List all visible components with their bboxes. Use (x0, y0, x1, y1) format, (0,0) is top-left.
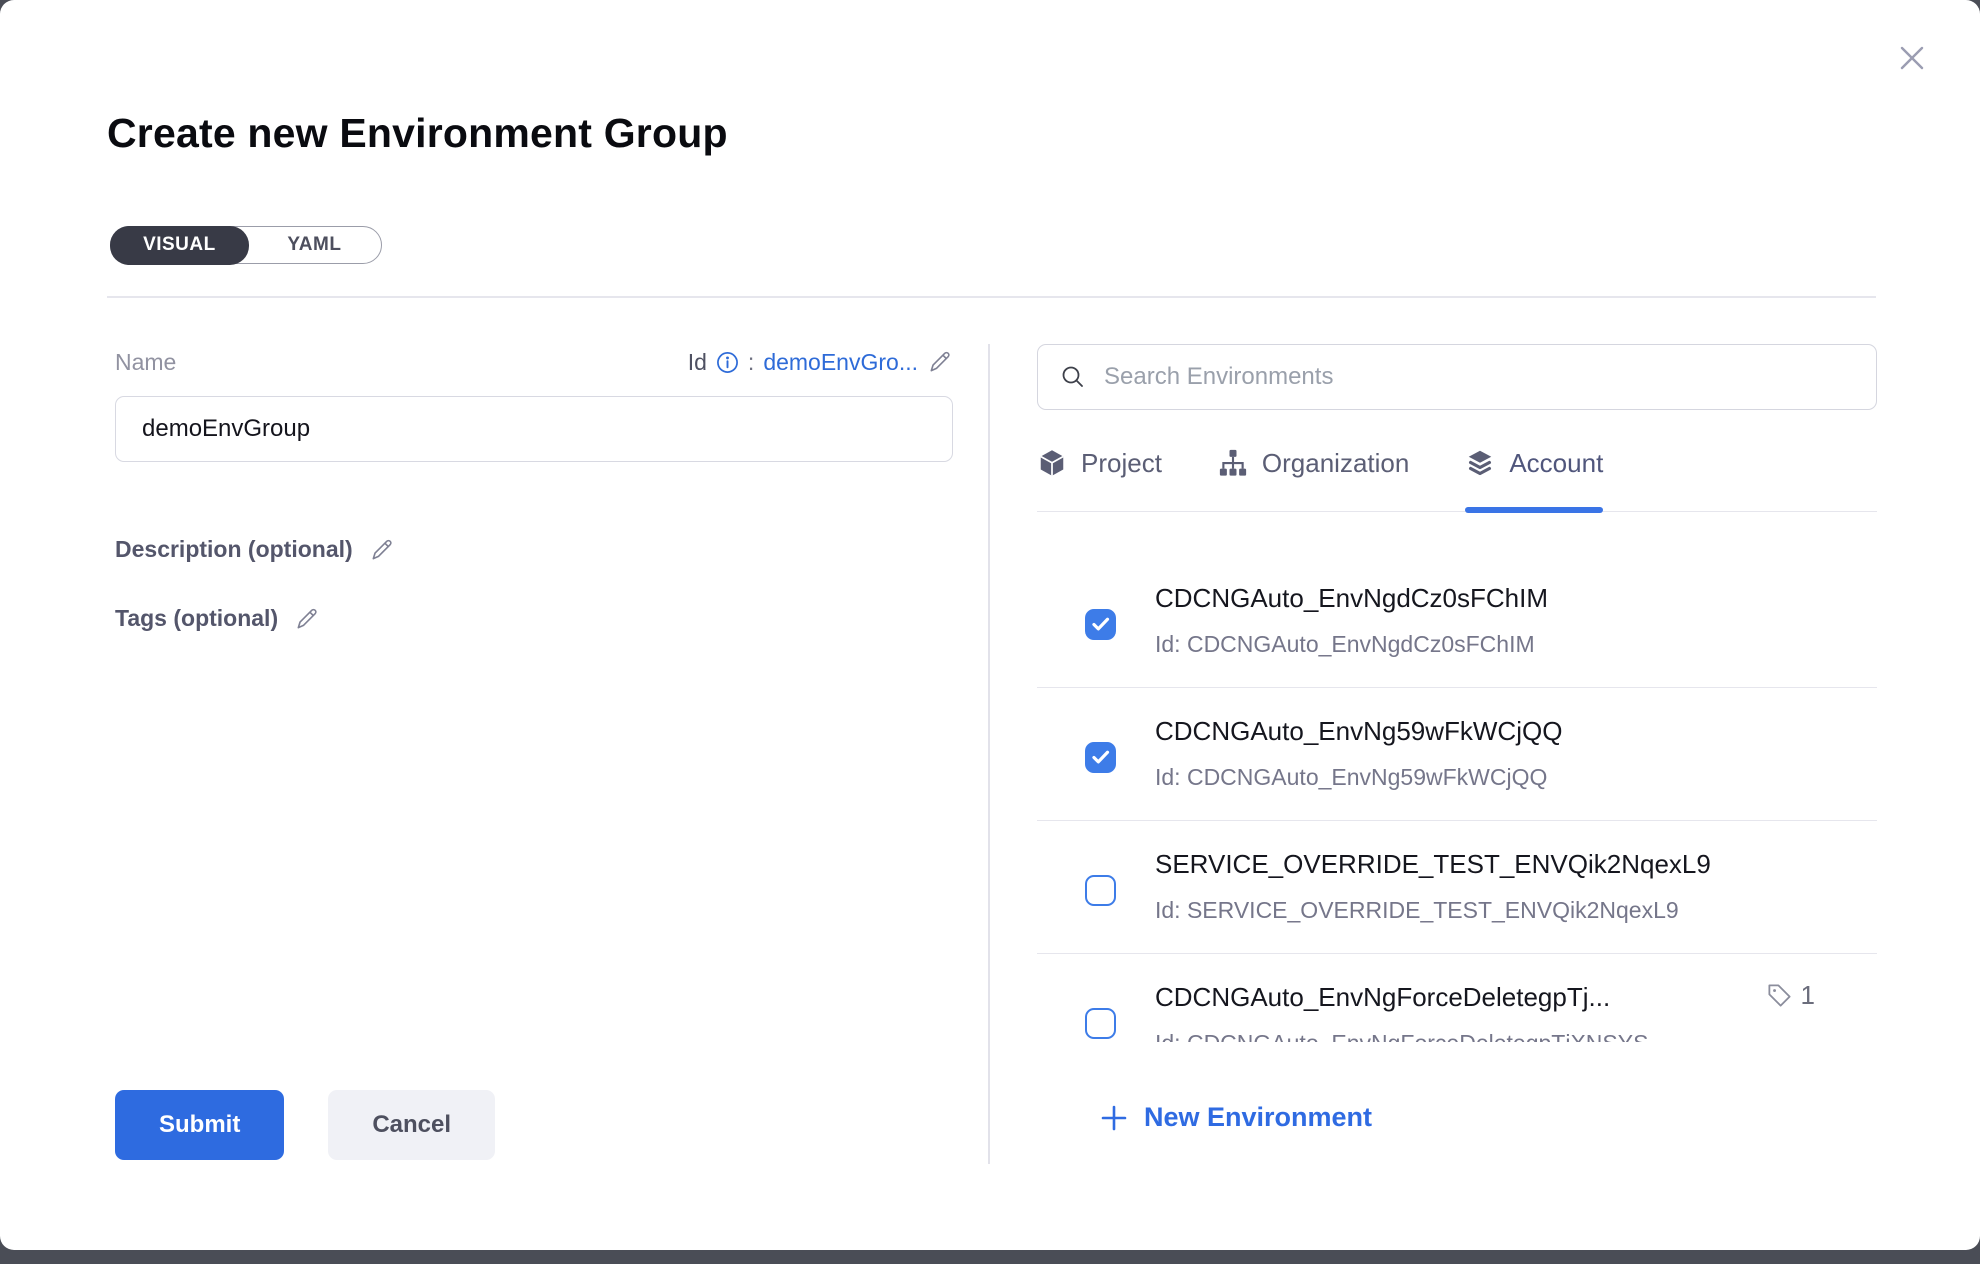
visual-yaml-toggle: VISUAL YAML (110, 226, 382, 264)
scope-tabs: Project Organization Account (1037, 444, 1877, 512)
tab-project[interactable]: Project (1037, 444, 1162, 511)
tab-label: Project (1081, 448, 1162, 479)
environment-row[interactable]: CDCNGAuto_EnvNgdCz0sFChIM Id: CDCNGAuto_… (1037, 555, 1877, 688)
tag-icon (1766, 982, 1793, 1009)
tab-label: Account (1509, 448, 1603, 479)
edit-description-button[interactable] (369, 537, 395, 563)
environment-row[interactable]: CDCNGAuto_EnvNgForceDeletegpTj... Id: CD… (1037, 954, 1877, 1042)
search-box (1037, 344, 1877, 410)
edit-tags-button[interactable] (294, 606, 320, 632)
tab-organization[interactable]: Organization (1218, 444, 1409, 511)
environment-id: Id: CDCNGAuto_EnvNgForceDeletegpTjXNSYS (1155, 1030, 1648, 1042)
group-form: Name Id : demoEnvGro... Description (opt… (115, 344, 953, 632)
new-environment-label: New Environment (1144, 1102, 1372, 1133)
environment-texts: CDCNGAuto_EnvNgdCz0sFChIM Id: CDCNGAuto_… (1155, 583, 1548, 658)
environment-texts: CDCNGAuto_EnvNgForceDeletegpTj... Id: CD… (1155, 982, 1648, 1042)
id-label: Id (688, 349, 707, 376)
cube-icon (1037, 448, 1067, 478)
environment-texts: SERVICE_OVERRIDE_TEST_ENVQik2NqexL9 Id: … (1155, 849, 1711, 924)
environment-row[interactable]: CDCNGAuto_EnvNg59wFkWCjQQ Id: CDCNGAuto_… (1037, 688, 1877, 821)
pencil-icon (927, 349, 953, 375)
toggle-visual[interactable]: VISUAL (110, 226, 250, 265)
environment-name: SERVICE_OVERRIDE_TEST_ENVQik2NqexL9 (1155, 849, 1711, 880)
edit-id-button[interactable] (927, 349, 953, 375)
tag-count-badge: 1 (1766, 980, 1815, 1011)
layers-icon (1465, 448, 1495, 478)
id-block: Id : demoEnvGro... (688, 349, 953, 376)
plus-icon (1099, 1103, 1129, 1133)
name-label: Name (115, 349, 176, 376)
environment-id: Id: CDCNGAuto_EnvNg59wFkWCjQQ (1155, 764, 1562, 791)
name-input[interactable] (115, 396, 953, 462)
search-input[interactable] (1037, 344, 1877, 410)
id-value[interactable]: demoEnvGro... (763, 349, 918, 376)
id-separator: : (748, 349, 754, 376)
pencil-icon (369, 537, 395, 563)
environment-name: CDCNGAuto_EnvNgdCz0sFChIM (1155, 583, 1548, 614)
header-divider (107, 296, 1876, 298)
tab-account[interactable]: Account (1465, 444, 1603, 511)
environment-texts: CDCNGAuto_EnvNg59wFkWCjQQ Id: CDCNGAuto_… (1155, 716, 1562, 791)
close-icon (1894, 40, 1930, 76)
environment-checkbox[interactable] (1085, 875, 1116, 906)
environment-name: CDCNGAuto_EnvNgForceDeletegpTj... (1155, 982, 1648, 1013)
toggle-yaml[interactable]: YAML (248, 227, 381, 263)
tags-label: Tags (optional) (115, 605, 278, 632)
search-icon (1059, 363, 1087, 391)
info-icon[interactable] (716, 351, 739, 374)
environments-panel: Project Organization Account CDCNGAuto_E… (1037, 344, 1877, 1133)
footer-actions: Submit Cancel (115, 1090, 495, 1160)
description-label: Description (optional) (115, 536, 353, 563)
check-icon (1090, 614, 1111, 635)
tab-label: Organization (1262, 448, 1409, 479)
environment-name: CDCNGAuto_EnvNg59wFkWCjQQ (1155, 716, 1562, 747)
pencil-icon (294, 606, 320, 632)
panel-divider (988, 344, 990, 1164)
environment-checkbox[interactable] (1085, 1008, 1116, 1039)
submit-button[interactable]: Submit (115, 1090, 284, 1160)
environment-checkbox[interactable] (1085, 609, 1116, 640)
check-icon (1090, 747, 1111, 768)
create-environment-group-dialog: Create new Environment Group VISUAL YAML… (0, 0, 1980, 1250)
new-environment-button[interactable]: New Environment (1099, 1102, 1372, 1133)
cancel-button[interactable]: Cancel (328, 1090, 495, 1160)
page-title: Create new Environment Group (107, 110, 728, 157)
environment-list: CDCNGAuto_EnvNgdCz0sFChIM Id: CDCNGAuto_… (1037, 512, 1877, 1042)
environment-id: Id: SERVICE_OVERRIDE_TEST_ENVQik2NqexL9 (1155, 897, 1711, 924)
close-button[interactable] (1890, 36, 1934, 80)
environment-row[interactable]: SERVICE_OVERRIDE_TEST_ENVQik2NqexL9 Id: … (1037, 821, 1877, 954)
tag-count-value: 1 (1801, 980, 1815, 1011)
environment-checkbox[interactable] (1085, 742, 1116, 773)
environment-id: Id: CDCNGAuto_EnvNgdCz0sFChIM (1155, 631, 1548, 658)
org-chart-icon (1218, 448, 1248, 478)
